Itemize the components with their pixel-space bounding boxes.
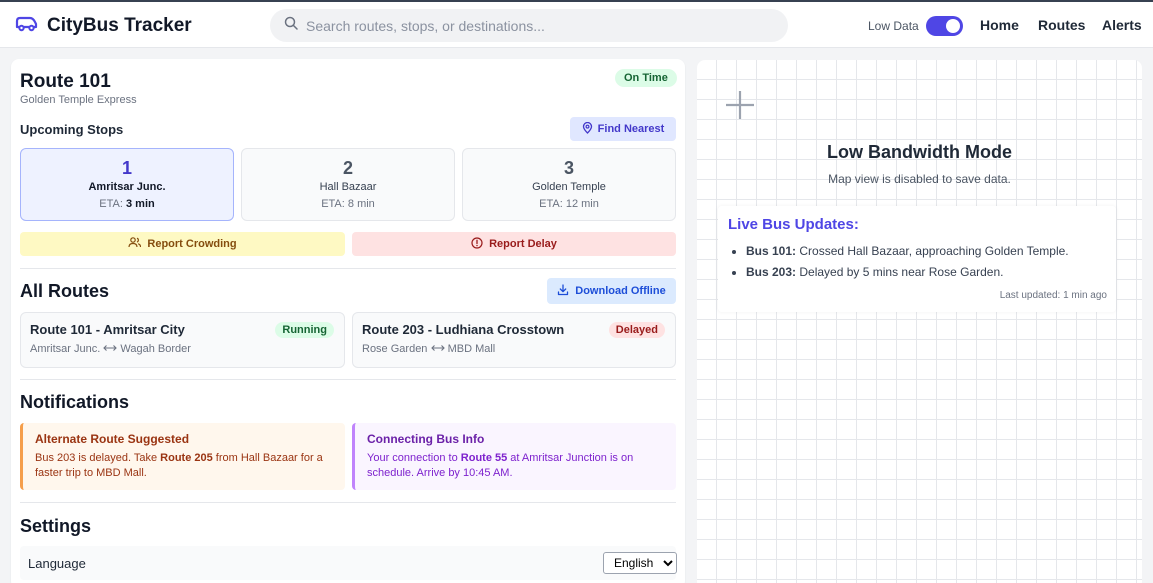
update-text: Delayed by 5 mins near Rose Garden. <box>796 265 1004 279</box>
nav-home[interactable]: Home <box>980 17 1019 33</box>
language-label: Language <box>28 556 86 571</box>
notification-alternate-route[interactable]: Alternate Route Suggested Bus 203 is del… <box>20 423 345 490</box>
notification-connecting-bus[interactable]: Connecting Bus Info Your connection to R… <box>352 423 676 490</box>
bus-icon <box>15 14 38 37</box>
route-status-badge: Delayed <box>608 322 665 338</box>
stop-number: 3 <box>563 158 574 178</box>
alert-circle-icon <box>471 236 483 252</box>
bus-label: Bus 203: <box>746 265 797 279</box>
update-text: Crossed Hall Bazaar, approaching Golden … <box>796 244 1069 258</box>
stop-name: Amritsar Junc. <box>88 181 166 193</box>
download-icon <box>557 283 569 299</box>
search-icon <box>284 16 298 35</box>
search-input[interactable] <box>306 17 776 34</box>
report-delay-button[interactable]: Report Delay <box>352 232 676 256</box>
toggle-knob <box>945 19 960 33</box>
users-icon <box>128 237 142 251</box>
live-updates-title: Live Bus Updates: <box>728 216 859 233</box>
route-name: Route 101 - Amritsar City <box>30 322 185 337</box>
report-crowding-label: Report Crowding <box>147 238 237 250</box>
eta-value: 8 min <box>347 198 375 210</box>
route-to: MBD Mall <box>447 343 496 355</box>
low-data-control: Low Data <box>868 16 963 36</box>
stop-eta: ETA: 3 min <box>21 198 233 210</box>
find-nearest-label: Find Nearest <box>597 123 665 135</box>
stop-card-3[interactable]: 3 Golden Temple ETA: 12 min <box>462 148 676 221</box>
stop-card-1[interactable]: 1 Amritsar Junc. ETA: 3 min <box>20 148 234 221</box>
route-name: Route 203 - Ludhiana Crosstown <box>362 322 565 337</box>
live-updates-card: Live Bus Updates: Bus 101: Crossed Hall … <box>718 206 1116 312</box>
notification-text: Your connection to <box>367 452 461 464</box>
list-item: Bus 203: Delayed by 5 mins near Rose Gar… <box>746 265 1069 279</box>
route-from: Amritsar Junc. <box>30 343 101 355</box>
notification-title: Connecting Bus Info <box>367 432 485 446</box>
stop-eta: ETA: 12 min <box>463 198 675 210</box>
plus-icon <box>725 90 755 125</box>
search-bar[interactable] <box>270 9 788 42</box>
app-header: CityBus Tracker Low Data Home Routes Ale… <box>0 2 1153 48</box>
map-panel: Low Bandwidth Mode Map view is disabled … <box>697 60 1142 583</box>
route-status-badge: Running <box>275 322 334 338</box>
nav-routes[interactable]: Routes <box>1038 17 1085 33</box>
location-pin-icon <box>582 121 593 137</box>
app-title: CityBus Tracker <box>47 14 192 36</box>
route-title: Route 101 <box>20 71 111 92</box>
download-offline-button[interactable]: Download Offline <box>547 278 676 304</box>
swap-arrows-icon <box>430 343 445 355</box>
upcoming-stops-heading: Upcoming Stops <box>20 122 124 137</box>
notifications-heading: Notifications <box>20 392 130 412</box>
eta-label: ETA: <box>539 198 563 210</box>
language-select[interactable]: English <box>603 552 677 574</box>
divider <box>20 268 676 269</box>
stop-number: 2 <box>342 158 353 178</box>
notification-highlight: Route 55 <box>460 452 508 464</box>
find-nearest-button[interactable]: Find Nearest <box>570 117 676 141</box>
map-mode-subtitle: Map view is disabled to save data. <box>828 172 1011 186</box>
route-panel: Route 101 Golden Temple Express On Time … <box>11 59 685 583</box>
swap-arrows-icon <box>103 343 118 355</box>
route-card-203[interactable]: Route 203 - Ludhiana Crosstown Delayed R… <box>352 312 676 368</box>
eta-value: 12 min <box>565 198 599 210</box>
notification-text: Bus 203 is delayed. Take <box>35 452 161 464</box>
stop-card-2[interactable]: 2 Hall Bazaar ETA: 8 min <box>241 148 455 221</box>
route-path: Rose Garden MBD Mall <box>362 343 495 355</box>
route-path: Amritsar Junc. Wagah Border <box>30 343 191 355</box>
low-data-label: Low Data <box>868 19 919 33</box>
list-item: Bus 101: Crossed Hall Bazaar, approachin… <box>746 244 1069 258</box>
route-to: Wagah Border <box>120 343 191 355</box>
notification-body: Bus 203 is delayed. Take Route 205 from … <box>35 451 333 481</box>
report-crowding-button[interactable]: Report Crowding <box>20 232 345 256</box>
download-offline-label: Download Offline <box>575 285 666 297</box>
brand[interactable]: CityBus Tracker <box>15 14 192 37</box>
language-setting-row: Language English <box>20 546 677 580</box>
map-mode-title: Low Bandwidth Mode <box>827 142 1012 162</box>
eta-label: ETA: <box>99 198 123 210</box>
route-card-101[interactable]: Route 101 - Amritsar City Running Amrits… <box>20 312 345 368</box>
report-delay-label: Report Delay <box>489 238 557 250</box>
all-routes-heading: All Routes <box>20 281 110 301</box>
last-updated: Last updated: 1 min ago <box>999 290 1107 301</box>
route-from: Rose Garden <box>362 343 428 355</box>
bus-label: Bus 101: <box>746 244 797 258</box>
notification-body: Your connection to Route 55 at Amritsar … <box>367 451 664 481</box>
notification-highlight: Route 205 <box>160 452 213 464</box>
status-badge: On Time <box>615 69 677 87</box>
divider <box>20 502 676 503</box>
stop-number: 1 <box>121 158 132 178</box>
divider <box>20 379 676 380</box>
route-subtitle: Golden Temple Express <box>20 94 137 106</box>
nav-alerts[interactable]: Alerts <box>1102 17 1142 33</box>
eta-value: 3 min <box>125 198 155 210</box>
stop-eta: ETA: 8 min <box>242 198 454 210</box>
stop-name: Golden Temple <box>532 181 606 193</box>
low-data-toggle[interactable] <box>925 16 963 36</box>
notification-title: Alternate Route Suggested <box>35 432 190 446</box>
stop-name: Hall Bazaar <box>319 181 377 193</box>
eta-label: ETA: <box>321 198 345 210</box>
settings-heading: Settings <box>20 516 92 536</box>
live-updates-list: Bus 101: Crossed Hall Bazaar, approachin… <box>746 244 1069 286</box>
